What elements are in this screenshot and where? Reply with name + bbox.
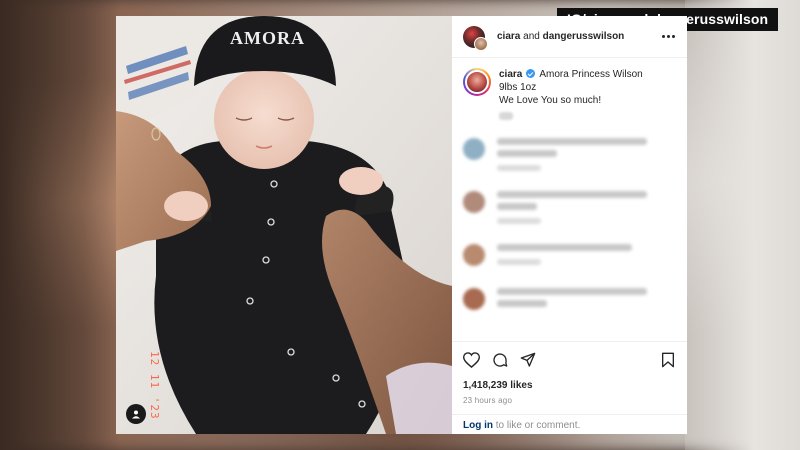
more-dot — [667, 35, 670, 38]
likes-count[interactable]: 1,418,239 likes — [463, 380, 533, 391]
more-dot — [662, 35, 665, 38]
post-panel: ciara and dangerusswilson ciara Amora Pr… — [452, 16, 687, 434]
comment-line — [497, 288, 647, 295]
author-joiner: and — [523, 31, 540, 42]
verified-badge-icon — [526, 69, 536, 78]
post-header: ciara and dangerusswilson — [452, 16, 687, 58]
post-photo[interactable]: AMORA 12 11 '23 — [116, 16, 452, 434]
comment-line — [497, 244, 632, 251]
post-caption: ciara Amora Princess Wilson 9lbs 1oz We … — [452, 58, 687, 120]
heart-icon[interactable] — [463, 352, 480, 368]
comment-line — [497, 150, 557, 157]
comment-line — [497, 191, 647, 198]
more-icon[interactable] — [662, 35, 675, 38]
comment-meta — [497, 259, 541, 265]
post-actions — [452, 341, 687, 368]
more-dot — [672, 35, 675, 38]
caption-line-1: ciara Amora Princess Wilson — [499, 68, 643, 81]
comment-avatar — [463, 244, 485, 266]
collab-avatar[interactable] — [463, 25, 488, 51]
comments-list — [452, 138, 687, 312]
comment-text-blurred — [497, 191, 675, 224]
author-ciara-link[interactable]: ciara — [497, 31, 520, 42]
post-time[interactable]: 23 hours ago — [463, 396, 512, 405]
baby-photo-illustration — [116, 16, 452, 434]
comment-meta — [497, 165, 541, 171]
caption-name: Amora Princess Wilson — [539, 69, 643, 80]
caption-text: ciara Amora Princess Wilson 9lbs 1oz We … — [499, 68, 643, 120]
comment-avatar — [463, 138, 485, 160]
caption-time-blurred — [499, 112, 513, 120]
comment-meta — [497, 218, 541, 224]
comment-icon[interactable] — [492, 352, 508, 368]
comment-avatar — [463, 288, 485, 310]
user-tag-icon[interactable] — [126, 404, 146, 424]
comment-text-blurred — [497, 288, 675, 312]
post-authors: ciara and dangerusswilson — [497, 31, 624, 42]
comment-item — [452, 191, 687, 224]
comment-line — [497, 300, 547, 307]
caption-avatar[interactable] — [463, 68, 491, 96]
login-link[interactable]: Log in — [463, 420, 493, 431]
caption-weight: 9lbs 1oz — [499, 82, 537, 93]
comment-line — [497, 203, 537, 210]
login-prompt-text: to like or comment. — [493, 420, 581, 431]
bookmark-icon[interactable] — [661, 352, 675, 368]
background-shade-left — [0, 0, 120, 450]
comment-text-blurred — [497, 244, 675, 266]
photo-date-stamp: 12 11 '23 — [148, 351, 161, 420]
comment-item — [452, 138, 687, 171]
comment-line — [497, 138, 647, 145]
author-dangerusswilson-link[interactable]: dangerusswilson — [543, 31, 625, 42]
caption-message: We Love You so much! — [499, 95, 602, 106]
login-prompt: Log in to like or comment. — [452, 414, 687, 434]
share-icon[interactable] — [520, 352, 536, 368]
comment-avatar — [463, 191, 485, 213]
caption-username[interactable]: ciara — [499, 69, 522, 80]
comment-item — [452, 244, 687, 266]
beanie-text: AMORA — [230, 28, 305, 48]
background-shade-right — [685, 0, 800, 450]
comment-item — [452, 288, 687, 312]
comment-text-blurred — [497, 138, 675, 171]
user-tag-glyph — [132, 410, 140, 419]
caption-avatar-image — [465, 70, 489, 94]
